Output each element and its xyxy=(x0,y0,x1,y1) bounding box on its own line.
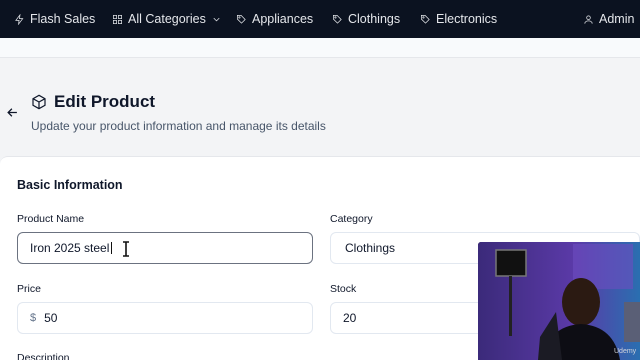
sub-bar xyxy=(0,38,640,58)
tag-icon xyxy=(333,14,342,24)
watermark: Udemy xyxy=(614,348,637,355)
nav-admin-label: Admin xyxy=(599,12,635,26)
nav-admin[interactable]: Admin xyxy=(583,0,634,38)
section-title: Basic Information xyxy=(17,178,123,192)
nav-appliances-label: Appliances xyxy=(252,12,314,26)
lightning-icon xyxy=(15,13,24,25)
product-name-input[interactable]: Iron 2025 steel xyxy=(17,232,313,264)
nav-clothings-label: Clothings xyxy=(348,12,401,26)
page-title: Edit Product xyxy=(54,92,156,111)
tag-icon xyxy=(421,14,430,24)
webcam-overlay xyxy=(478,242,640,360)
nav-flash-sales-label: Flash Sales xyxy=(30,12,96,26)
page-title-row: Edit Product xyxy=(31,92,155,112)
nav-clothings[interactable]: Clothings xyxy=(332,0,400,38)
user-icon xyxy=(584,14,593,24)
chevron-down-icon xyxy=(213,17,220,21)
product-name-value: Iron 2025 steel xyxy=(30,241,110,255)
nav-electronics-label: Electronics xyxy=(436,12,498,26)
description-label: Description xyxy=(17,352,70,360)
price-input[interactable]: $ 50 xyxy=(17,302,313,334)
product-name-label: Product Name xyxy=(17,213,85,225)
back-button[interactable] xyxy=(5,105,20,120)
tag-icon xyxy=(237,14,246,24)
category-label: Category xyxy=(330,213,373,225)
nav-flash-sales[interactable]: Flash Sales xyxy=(14,0,95,38)
box-icon xyxy=(32,94,46,110)
nav-appliances[interactable]: Appliances xyxy=(236,0,313,38)
arrow-left-icon xyxy=(7,108,17,117)
text-caret xyxy=(111,242,113,254)
price-value: 50 xyxy=(44,311,58,325)
nav-all-categories-label: All Categories xyxy=(128,12,206,26)
category-value: Clothings xyxy=(345,241,396,255)
ibeam-cursor-icon xyxy=(123,241,129,257)
stock-value: 20 xyxy=(343,311,357,325)
webcam-image xyxy=(478,242,640,360)
nav-all-categories[interactable]: All Categories xyxy=(112,0,222,38)
nav-electronics[interactable]: Electronics xyxy=(420,0,497,38)
top-navbar: Flash Sales All Categories Appliances Cl… xyxy=(0,0,640,38)
grid-icon xyxy=(113,14,122,24)
price-label: Price xyxy=(17,283,41,295)
currency-symbol: $ xyxy=(30,312,37,324)
page-subtitle: Update your product information and mana… xyxy=(31,119,326,133)
stock-label: Stock xyxy=(330,283,357,295)
